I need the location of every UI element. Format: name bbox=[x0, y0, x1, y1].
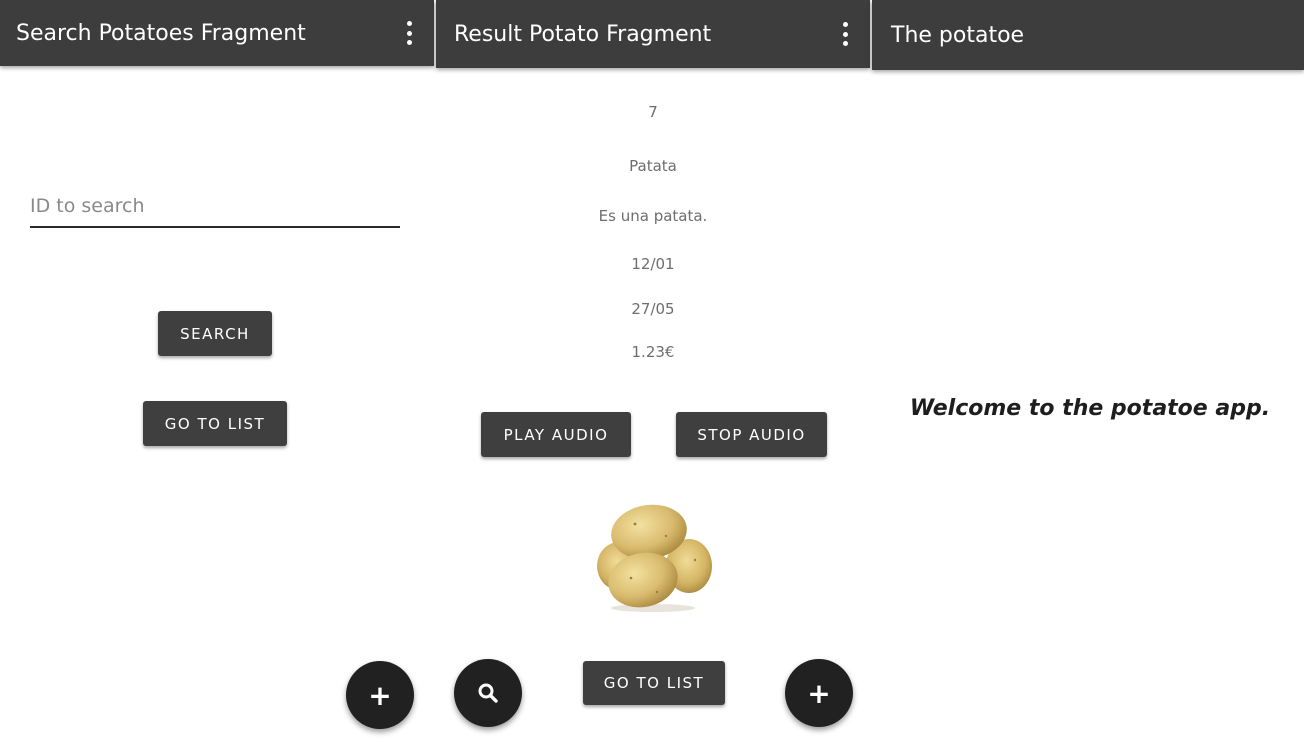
app-bar: The potatoe bbox=[872, 0, 1304, 70]
app-bar: Search Potatoes Fragment bbox=[0, 0, 434, 66]
app-bar-title: Search Potatoes Fragment bbox=[16, 20, 306, 46]
app-bar: Result Potato Fragment bbox=[436, 0, 870, 68]
potato-name: Patata bbox=[629, 157, 677, 175]
welcome-message: Welcome to the potatoe app. bbox=[909, 396, 1271, 421]
id-search-input[interactable] bbox=[30, 192, 400, 228]
search-button[interactable]: SEARCH bbox=[158, 311, 272, 356]
potato-image bbox=[597, 504, 712, 612]
play-audio-button[interactable]: PLAY AUDIO bbox=[481, 412, 631, 457]
potato-description: Es una patata. bbox=[598, 207, 708, 225]
potato-date-second: 27/05 bbox=[631, 300, 675, 318]
add-fab-button[interactable]: + bbox=[346, 661, 414, 729]
search-fab-button[interactable] bbox=[454, 659, 522, 727]
potato-date-first: 12/01 bbox=[631, 255, 675, 273]
add-fab-button[interactable]: + bbox=[785, 659, 853, 727]
overflow-menu-icon[interactable] bbox=[840, 22, 850, 46]
potato-price: 1.23€ bbox=[631, 343, 675, 361]
potato-id: 7 bbox=[648, 103, 658, 121]
go-to-list-button[interactable]: GO TO LIST bbox=[583, 661, 725, 705]
app-bar-title: The potatoe bbox=[891, 22, 1025, 48]
search-screen: Search Potatoes Fragment SEARCH GO TO LI… bbox=[0, 0, 434, 745]
stop-audio-button[interactable]: STOP AUDIO bbox=[676, 412, 827, 457]
result-screen: Result Potato Fragment 7 Patata Es una p… bbox=[436, 0, 870, 745]
go-to-list-button[interactable]: GO TO LIST bbox=[143, 401, 287, 446]
overflow-menu-icon[interactable] bbox=[404, 21, 414, 45]
search-icon bbox=[478, 683, 498, 703]
welcome-screen: The potatoe Welcome to the potatoe app. bbox=[872, 0, 1304, 745]
app-bar-title: Result Potato Fragment bbox=[454, 21, 712, 47]
plus-icon: + bbox=[368, 678, 392, 712]
plus-icon: + bbox=[807, 676, 831, 710]
